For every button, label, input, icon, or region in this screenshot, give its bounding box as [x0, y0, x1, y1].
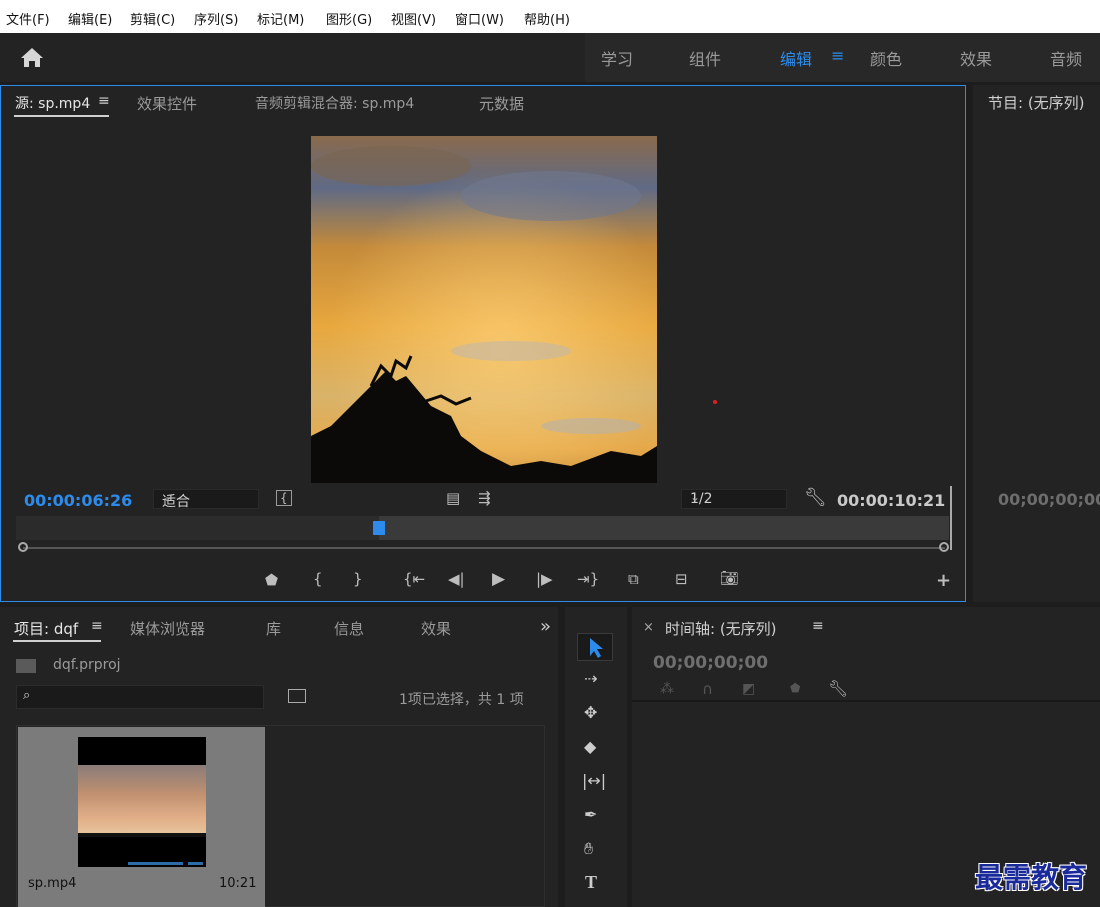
- workspace-tab-audio[interactable]: 音频: [1050, 46, 1082, 70]
- workspace-bar: 学习 组件 编辑 ≡ 颜色 效果 音频: [0, 33, 1100, 82]
- workspace-tab-assembly[interactable]: 组件: [689, 46, 721, 70]
- find-icon[interactable]: [288, 689, 306, 703]
- menu-file[interactable]: 文件(F): [6, 9, 50, 28]
- insert-edit-icon[interactable]: {: [276, 490, 292, 506]
- item-thumbnail: [78, 737, 206, 867]
- item-duration: 10:21: [219, 876, 257, 891]
- active-tab-underline: [13, 640, 101, 642]
- panel-menu-icon[interactable]: ≡: [812, 618, 824, 634]
- tab-audio-clip-mixer[interactable]: 音频剪辑混合器: sp.mp4: [255, 93, 414, 113]
- wrench-icon[interactable]: 🔧︎: [804, 487, 827, 508]
- panel-menu-icon[interactable]: ≡: [98, 93, 110, 109]
- close-icon[interactable]: ×: [643, 620, 654, 635]
- menu-edit[interactable]: 编辑(E): [68, 9, 112, 28]
- project-panel: 项目: dqf ≡ 媒体浏览器 库 信息 效果 » dqf.prproj ⌕ 1…: [0, 607, 558, 907]
- timeline-title[interactable]: 时间轴: (无序列): [665, 618, 777, 639]
- snap-icon[interactable]: ∩: [702, 680, 713, 698]
- tab-project[interactable]: 项目: dqf: [14, 618, 78, 639]
- fit-dropdown[interactable]: 适合 ⌄: [153, 489, 259, 510]
- workspace-tab-learn[interactable]: 学习: [601, 46, 633, 70]
- zoom-handle-left[interactable]: [18, 542, 28, 552]
- menu-bar: 文件(F) 编辑(E) 剪辑(C) 序列(S) 标记(M) 图形(G) 视图(V…: [0, 0, 1100, 33]
- linked-selection-icon[interactable]: ◩: [742, 681, 755, 697]
- menu-view[interactable]: 视图(V): [391, 9, 436, 28]
- drag-audio-icon[interactable]: ⇶: [478, 489, 491, 507]
- type-tool-icon[interactable]: T: [585, 872, 597, 893]
- menu-help[interactable]: 帮助(H): [524, 9, 570, 28]
- nest-icon[interactable]: ⁂: [660, 681, 674, 697]
- home-icon[interactable]: [14, 45, 50, 71]
- slip-tool-icon[interactable]: |↔|: [582, 771, 606, 790]
- razor-tool-icon[interactable]: ◆: [584, 737, 596, 756]
- panel-menu-icon[interactable]: ≡: [91, 618, 103, 634]
- workspace-tab-effects[interactable]: 效果: [960, 46, 992, 70]
- tab-info[interactable]: 信息: [334, 618, 364, 639]
- time-ruler-played: [16, 516, 379, 540]
- watermark: 最需教育: [975, 861, 1088, 894]
- overflow-icon[interactable]: »: [540, 616, 551, 637]
- tab-media-browser[interactable]: 媒体浏览器: [130, 618, 205, 639]
- insert-icon[interactable]: ⧉: [628, 570, 639, 588]
- tab-effects[interactable]: 效果: [421, 618, 451, 639]
- tab-metadata[interactable]: 元数据: [479, 93, 524, 114]
- source-duration: 00:00:10:21: [837, 491, 946, 510]
- step-forward-icon[interactable]: |▶: [536, 570, 553, 588]
- playhead[interactable]: [373, 521, 385, 535]
- active-tab-underline: [14, 115, 109, 117]
- workspace-menu-icon[interactable]: ≡: [831, 46, 844, 65]
- export-frame-icon[interactable]: 📷︎: [720, 569, 739, 587]
- tab-libraries[interactable]: 库: [266, 618, 281, 639]
- search-input[interactable]: ⌕: [16, 685, 264, 709]
- search-icon: ⌕: [23, 688, 31, 703]
- step-back-icon[interactable]: ◀|: [448, 570, 465, 588]
- workspace-tab-editing[interactable]: 编辑: [780, 46, 812, 70]
- program-title[interactable]: 节目: (无序列): [988, 92, 1085, 113]
- out-point-line: [950, 486, 952, 550]
- add-marker-icon[interactable]: ⬟: [790, 681, 800, 695]
- tools-panel: ⇢ ✥ ◆ |↔| ✒ ✋︎ T: [565, 607, 627, 907]
- timeline-time: 00;00;00;00: [653, 653, 769, 673]
- program-monitor-panel: 节目: (无序列) 00;00;00;00: [973, 85, 1100, 602]
- folder-icon: [16, 659, 36, 673]
- marker-dot: [713, 400, 717, 404]
- workspace-tab-color[interactable]: 颜色: [870, 46, 902, 70]
- selection-status: 1项已选择，共 1 项: [399, 692, 524, 708]
- menu-window[interactable]: 窗口(W): [455, 9, 504, 28]
- wrench-icon[interactable]: 🔧︎: [828, 679, 848, 698]
- add-button-icon[interactable]: +: [936, 570, 951, 591]
- workspace-tabs: 学习 组件 编辑 ≡ 颜色 效果 音频: [585, 33, 1100, 82]
- chevron-down-icon: ⌄: [690, 490, 701, 504]
- pen-tool-icon[interactable]: ✒: [584, 805, 597, 824]
- menu-clip[interactable]: 剪辑(C): [130, 9, 175, 28]
- hand-tool-icon[interactable]: ✋︎: [584, 839, 593, 859]
- menu-sequence[interactable]: 序列(S): [194, 9, 238, 28]
- menu-marker[interactable]: 标记(M): [257, 9, 304, 28]
- item-name: sp.mp4: [28, 876, 77, 891]
- chevron-down-icon: ⌄: [162, 490, 173, 504]
- selection-tool[interactable]: [577, 633, 613, 661]
- ripple-edit-tool-icon[interactable]: ✥: [584, 703, 597, 722]
- drag-video-icon[interactable]: ▤: [446, 489, 460, 507]
- mark-out-icon[interactable]: }: [353, 570, 363, 588]
- track-select-tool-icon[interactable]: ⇢: [584, 669, 597, 688]
- menu-graphics[interactable]: 图形(G): [326, 9, 372, 28]
- play-icon[interactable]: ▶: [492, 569, 505, 589]
- source-monitor-panel: 源: sp.mp4 ≡ 效果控件 音频剪辑混合器: sp.mp4 元数据 00:…: [0, 85, 966, 602]
- zoom-bar[interactable]: [23, 547, 945, 549]
- go-to-out-icon[interactable]: ⇥}: [577, 570, 599, 588]
- resolution-dropdown[interactable]: 1/2 ⌄: [681, 489, 787, 509]
- go-to-in-icon[interactable]: {⇤: [403, 570, 425, 588]
- source-current-time[interactable]: 00:00:06:26: [24, 491, 132, 510]
- tab-source[interactable]: 源: sp.mp4: [15, 93, 90, 113]
- zoom-handle-right[interactable]: [939, 542, 949, 552]
- add-marker-icon[interactable]: ⬟: [265, 571, 278, 589]
- timeline-divider: [632, 700, 1100, 702]
- tab-effect-controls[interactable]: 效果控件: [137, 93, 197, 114]
- project-file-name: dqf.prproj: [53, 657, 121, 673]
- program-time: 00;00;00;00: [998, 490, 1100, 509]
- video-frame: [311, 136, 657, 483]
- overwrite-icon[interactable]: ⊟: [675, 570, 688, 588]
- project-item[interactable]: sp.mp4 10:21: [18, 727, 265, 907]
- mark-in-icon[interactable]: {: [313, 570, 323, 588]
